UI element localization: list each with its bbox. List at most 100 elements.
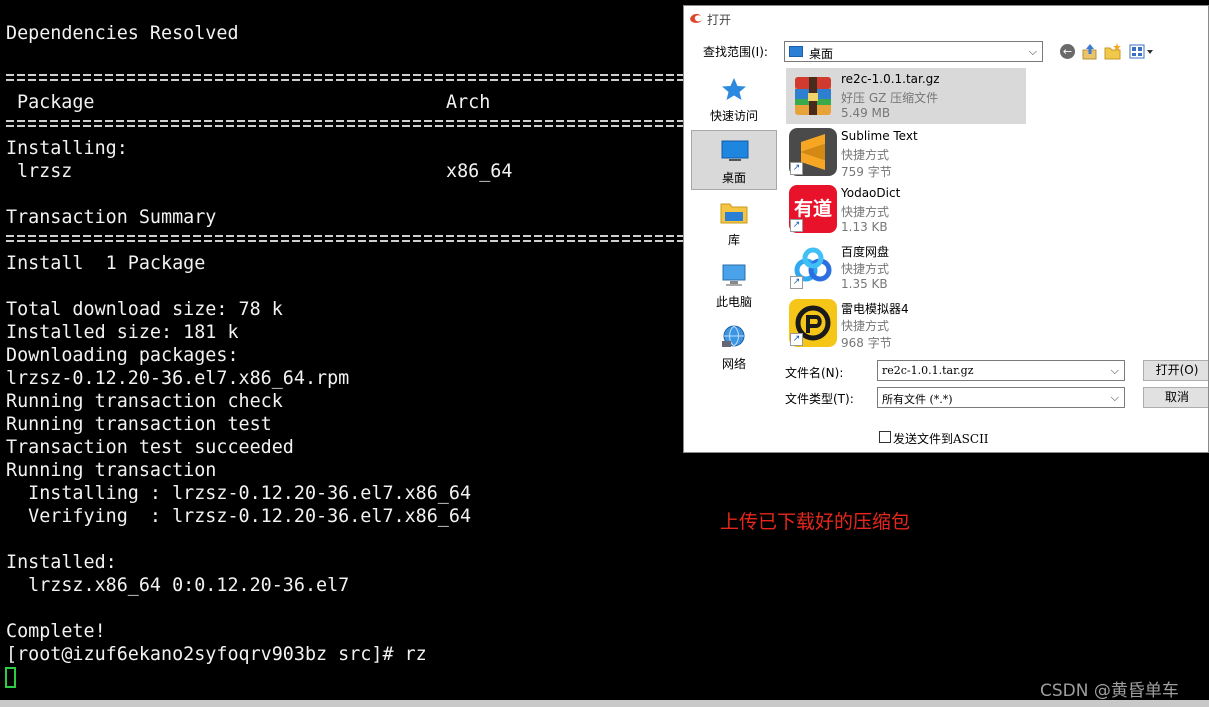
- annotation-note: 上传已下载好的压缩包: [720, 511, 911, 533]
- watermark: CSDN @黄昏单车: [1040, 681, 1179, 701]
- file-item-baidu-netdisk[interactable]: ↗ 百度网盘 快捷方式 1.35 KB: [786, 239, 1026, 295]
- window-bottom-edge: [0, 700, 1209, 707]
- terminal-line: Installing : lrzsz-0.12.20-36.el7.x86_64: [6, 483, 472, 504]
- library-folder-icon: [720, 203, 748, 224]
- file-size: 1.35 KB: [841, 277, 888, 291]
- youdao-icon-text: 有道: [793, 198, 832, 220]
- file-name: 百度网盘: [841, 245, 890, 259]
- view-grid-icon: [1129, 44, 1153, 59]
- place-quick-access[interactable]: 快速访问: [691, 69, 777, 129]
- up-folder-button[interactable]: [1080, 42, 1100, 62]
- terminal-line: lrzsz-0.12.20-36.el7.x86_64.rpm: [6, 368, 350, 389]
- file-type: 快捷方式: [841, 205, 890, 219]
- file-type: 快捷方式: [841, 148, 890, 162]
- terminal-line: Running transaction check: [6, 391, 283, 412]
- filename-input[interactable]: re2c-1.0.1.tar.gz ⌵: [877, 360, 1125, 381]
- file-item-yodaodict[interactable]: 有道 ↗ YodaoDict 快捷方式 1.13 KB: [786, 182, 1026, 238]
- place-label: 网络: [721, 357, 746, 371]
- dialog-titlebar[interactable]: 打开: [684, 6, 1208, 33]
- terminal-line: Verifying : lrzsz-0.12.20-36.el7.x86_64: [6, 506, 472, 527]
- place-library[interactable]: 库: [691, 193, 777, 253]
- column-header-arch: Arch: [446, 92, 491, 113]
- file-size: 759 字节: [841, 165, 892, 179]
- file-item-re2c-archive[interactable]: re2c-1.0.1.tar.gz 好压 GZ 压缩文件 5.49 MB: [786, 68, 1026, 124]
- filetype-dropdown[interactable]: 所有文件 (*.*) ⌵: [877, 387, 1125, 408]
- terminal-line: Total download size: 78 k: [6, 299, 283, 320]
- terminal-line: Running transaction: [6, 460, 217, 481]
- terminal-rule: [6, 233, 686, 244]
- shell-prompt: [root@izuf6ekano2syfoqrv903bz src]# rz: [6, 644, 427, 665]
- ascii-checkbox[interactable]: [879, 431, 891, 443]
- archive-icon: [795, 77, 831, 115]
- place-this-pc[interactable]: 此电脑: [691, 255, 777, 315]
- terminal-rule: [6, 72, 686, 83]
- shortcut-arrow-icon: ↗: [790, 219, 803, 232]
- view-menu-button[interactable]: [1128, 42, 1156, 62]
- desktop-small-icon: [789, 46, 803, 57]
- open-button[interactable]: 打开(O): [1143, 360, 1208, 381]
- file-item-ldplayer[interactable]: ↗ 雷电模拟器4 快捷方式 968 字节: [786, 296, 1026, 352]
- chevron-down-icon[interactable]: ⌵: [1111, 364, 1119, 378]
- file-type: 快捷方式: [841, 262, 890, 276]
- terminal-line: Running transaction test: [6, 414, 272, 435]
- open-file-dialog[interactable]: 打开 查找范围(I): 桌面 ⌵ ← 快速访问 桌面 库 此电脑 网络 re2c…: [683, 5, 1209, 453]
- shortcut-arrow-icon: ↗: [790, 333, 803, 346]
- terminal-line: Installed:: [6, 552, 117, 573]
- place-label: 此电脑: [715, 295, 752, 309]
- lookin-label: 查找范围(I):: [703, 45, 768, 59]
- file-type: 好压 GZ 压缩文件: [841, 91, 939, 105]
- new-folder-icon: [1104, 43, 1121, 60]
- computer-icon: [722, 264, 746, 286]
- terminal-rule: [6, 118, 686, 129]
- app-swirl-icon: [690, 13, 702, 23]
- column-header-package: Package: [17, 92, 95, 113]
- place-desktop[interactable]: 桌面: [691, 130, 777, 190]
- package-name: lrzsz: [17, 161, 73, 182]
- place-network[interactable]: 网络: [691, 317, 777, 377]
- lookin-value: 桌面: [809, 47, 834, 61]
- back-arrow-icon: ←: [1060, 44, 1075, 59]
- file-type: 快捷方式: [841, 319, 890, 333]
- back-button[interactable]: ←: [1058, 42, 1078, 62]
- package-arch: x86_64: [446, 161, 513, 182]
- terminal-line: Install 1 Package: [6, 253, 206, 274]
- place-label: 快速访问: [709, 109, 758, 123]
- file-item-sublime-text[interactable]: ↗ Sublime Text 快捷方式 759 字节: [786, 125, 1026, 181]
- cancel-button[interactable]: 取消: [1143, 387, 1208, 408]
- filetype-value: 所有文件 (*.*): [882, 393, 953, 406]
- dialog-title: 打开: [707, 13, 732, 27]
- file-size: 5.49 MB: [841, 106, 891, 120]
- file-list[interactable]: re2c-1.0.1.tar.gz 好压 GZ 压缩文件 5.49 MB ↗ S…: [786, 68, 1206, 355]
- star-icon: [722, 78, 746, 100]
- place-label: 桌面: [721, 171, 746, 185]
- file-name: 雷电模拟器4: [841, 302, 909, 316]
- file-size: 968 字节: [841, 336, 892, 350]
- terminal-cursor: [5, 667, 16, 688]
- terminal-line: Complete!: [6, 621, 106, 642]
- file-size: 1.13 KB: [841, 220, 888, 234]
- terminal-line: Transaction test succeeded: [6, 437, 294, 458]
- lookin-dropdown[interactable]: 桌面 ⌵: [784, 41, 1043, 62]
- filename-value: re2c-1.0.1.tar.gz: [882, 364, 974, 377]
- place-label: 库: [727, 233, 740, 247]
- terminal-line: Installing:: [6, 138, 128, 159]
- terminal-line: Downloading packages:: [6, 345, 239, 366]
- file-name: YodaoDict: [841, 186, 901, 200]
- ascii-label: 发送文件到ASCII: [893, 432, 989, 446]
- places-bar: 快速访问 桌面 库 此电脑 网络: [691, 69, 778, 424]
- terminal-line: Transaction Summary: [6, 207, 217, 228]
- filetype-label: 文件类型(T):: [785, 392, 854, 406]
- chevron-down-icon: ⌵: [1110, 391, 1119, 404]
- new-folder-button[interactable]: [1103, 42, 1123, 62]
- filename-label: 文件名(N):: [785, 366, 844, 380]
- desktop-icon: [721, 140, 749, 161]
- file-name: re2c-1.0.1.tar.gz: [841, 72, 940, 86]
- shortcut-arrow-icon: ↗: [790, 276, 803, 289]
- shortcut-arrow-icon: ↗: [790, 162, 803, 175]
- chevron-down-icon: ⌵: [1028, 45, 1037, 58]
- up-folder-icon: [1082, 44, 1097, 60]
- terminal-line: Installed size: 181 k: [6, 322, 239, 343]
- network-icon: [722, 325, 745, 347]
- terminal-line: lrzsz.x86_64 0:0.12.20-36.el7: [6, 575, 350, 596]
- terminal-line: Dependencies Resolved: [6, 23, 239, 44]
